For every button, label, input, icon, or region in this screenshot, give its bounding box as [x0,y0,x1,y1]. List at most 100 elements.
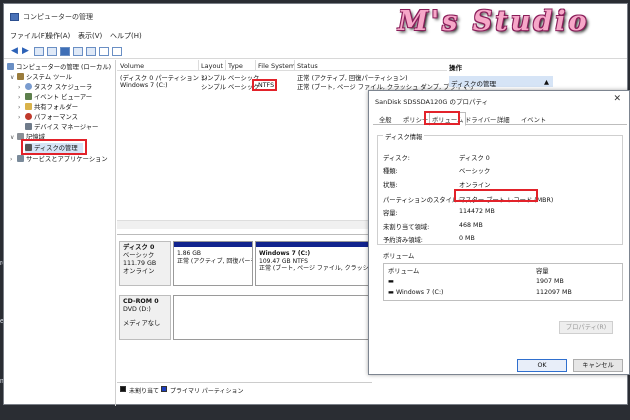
tab-general[interactable]: 全般 [377,113,394,125]
disk0-type: ベーシック [123,252,155,259]
legend-primary-swatch [161,386,167,392]
device-icon [25,123,32,130]
vol-col-size[interactable]: 容量 [536,266,549,275]
partition2-name: Windows 7 (C:) [259,250,311,257]
prop-value: ディスク 0 [459,155,490,162]
collapse-arrow-icon[interactable]: ▲ [544,78,549,86]
vol-row-windows[interactable]: ▬ Windows 7 (C:) [388,289,444,296]
cdrom-media: メディアなし [123,320,161,327]
highlight-disk-management [21,139,87,155]
vol-row-size: 1907 MB [536,278,564,285]
legend-unallocated-swatch [120,386,126,392]
partition-windows[interactable]: Windows 7 (C:) 109.47 GB NTFS 正常 (ブート, ペ… [255,241,371,286]
tree-device-manager[interactable]: デバイス マネージャー [25,122,98,132]
vol-row-size: 112097 MB [536,289,572,296]
tree-system-tools[interactable]: ∨ システム ツール [10,72,72,82]
clock-icon [25,83,32,90]
prop-label: ディスク: [383,155,410,162]
chevron-down-icon[interactable]: ∨ [10,74,17,81]
disk-info-title: ディスク情報 [383,132,425,141]
settings-icon[interactable] [112,47,122,56]
volume-row[interactable]: (ディスク 0 パーティション 1) シンプル ベーシック 正常 (アクティブ,… [117,73,447,82]
menu-help[interactable]: ヘルプ(H) [110,31,142,41]
chevron-down-icon[interactable]: ∨ [10,134,17,141]
tools-icon [17,73,24,80]
disk0-name: ディスク 0 [123,244,155,251]
menu-view[interactable]: 表示(V) [78,31,102,41]
vol-row-name: Windows 7 (C:) [395,289,444,296]
col-type[interactable]: Type [228,62,243,70]
dialog-tabs: 全般 ポリシー ボリューム ドライバー 詳細 イベント [373,112,627,126]
tree-label: デバイス マネージャー [34,124,99,131]
volumes-table: ボリューム 容量 ▬ 1907 MB ▬ Windows 7 (C:) 1120… [383,263,623,301]
cell-status: 正常 (アクティブ, 回復パーティション) [297,75,408,82]
cdrom-name: CD-ROM 0 [123,298,159,305]
tree-label: 共有フォルダー [34,104,79,111]
partition1-status: 正常 (アクティブ, 回復パーテ [177,257,253,265]
help-icon[interactable] [60,47,70,56]
chevron-right-icon[interactable]: › [18,84,25,91]
tree-root[interactable]: コンピューターの管理 (ローカル) [7,62,111,72]
chevron-right-icon[interactable]: › [18,94,25,101]
prop-label: 容量: [383,210,398,217]
partition-recovery[interactable]: 1.86 GB 正常 (アクティブ, 回復パーテ [173,241,253,286]
highlight-partition-style [454,189,538,202]
ok-button[interactable]: OK [517,359,567,372]
tree-label: コンピューターの管理 (ローカル) [16,64,112,71]
chevron-right-icon[interactable]: › [18,104,25,111]
col-status[interactable]: Status [297,62,318,70]
cdrom-label[interactable]: CD-ROM 0 DVD (D:) メディアなし [119,295,171,340]
tree-task-scheduler[interactable]: › タスク スケジューラ [18,82,92,92]
show-tree-icon[interactable] [47,47,57,56]
forward-arrow-icon[interactable]: ▶ [20,46,31,57]
cell-layout: シンプル [201,84,226,91]
tree-performance[interactable]: › パフォーマンス [18,112,78,122]
vol-col-name[interactable]: ボリューム [388,266,419,275]
chevron-right-icon[interactable]: › [18,114,25,121]
tree-shared-folders[interactable]: › 共有フォルダー [18,102,78,112]
studio-logo: M's Studio [398,6,590,37]
vol-row-recovery[interactable]: ▬ [388,278,394,285]
prop-label: 予約済み領域: [383,237,423,244]
app-icon [10,13,19,21]
col-filesystem[interactable]: File System [258,62,295,70]
tab-driver[interactable]: ドライバー [463,113,498,125]
tree-label: パフォーマンス [34,114,78,121]
highlight-ntfs [252,79,277,91]
performance-icon [25,113,32,120]
prop-label: 未割り当て領域: [383,224,430,231]
refresh-icon[interactable] [99,47,109,56]
menu-file[interactable]: ファイル(F) [10,31,48,41]
properties-button[interactable]: プロパティ(R) [559,321,613,334]
export-icon[interactable] [86,47,96,56]
tab-details[interactable]: 詳細 [495,113,512,125]
prop-label: 状態: [383,182,398,189]
disk0-label[interactable]: ディスク 0 ベーシック 111.79 GB オンライン [119,241,171,286]
cell-volume: (ディスク 0 パーティション 1) [120,75,208,82]
cell-volume: Windows 7 (C:) [120,82,168,89]
cdrom-drive: DVD (D:) [123,306,151,313]
cell-layout: シンプル [201,75,226,82]
actions-disk-management[interactable]: ディスクの管理 ▲ [449,76,553,88]
services-icon [17,155,24,162]
partition2-status: 正常 (ブート, ページ ファイル, クラッシュ ダンプ, [259,265,370,272]
close-icon[interactable]: ✕ [613,94,621,104]
tree-services[interactable]: › サービスとアプリケーション [10,154,108,164]
tree-event-viewer[interactable]: › イベント ビューアー [18,92,92,102]
menu-action[interactable]: 操作(A) [46,31,70,41]
prop-value: オンライン [459,182,491,189]
window-title: コンピューターの管理 [23,13,93,21]
col-volume[interactable]: Volume [120,62,144,70]
partition1-size: 1.86 GB [177,250,202,257]
volumes-group-title: ボリューム [383,253,415,260]
up-folder-icon[interactable] [34,47,44,56]
chevron-right-icon[interactable]: › [10,156,17,163]
tab-events[interactable]: イベント [519,113,548,125]
properties-icon[interactable] [73,47,83,56]
highlight-volumes-tab [424,111,460,125]
legend: 未割り当て プライマリ パーティション [117,382,372,395]
cancel-button[interactable]: キャンセル [573,359,623,372]
back-arrow-icon[interactable]: ◀ [9,46,20,57]
col-layout[interactable]: Layout [201,62,223,70]
horizontal-scrollbar[interactable] [117,220,372,229]
